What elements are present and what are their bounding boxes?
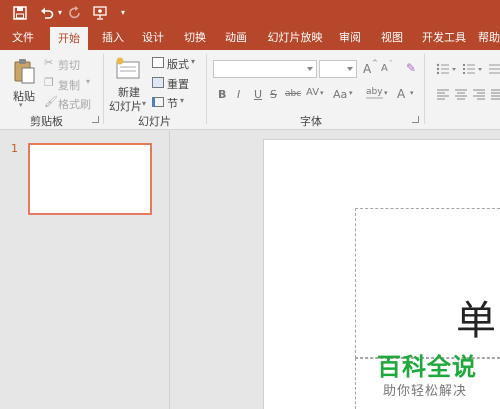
- paintbrush-icon: 🖌: [44, 95, 58, 108]
- font-size-combobox[interactable]: [319, 60, 357, 78]
- tab-developer[interactable]: 开发工具: [418, 26, 470, 50]
- format-painter-label: 格式刷: [58, 98, 91, 111]
- format-painter-button[interactable]: 🖌 格式刷: [44, 95, 96, 111]
- change-case-dropdown-icon: ▾: [349, 89, 353, 97]
- grow-font-icon[interactable]: A: [363, 62, 371, 76]
- slide-title-text: 单: [456, 298, 496, 344]
- new-slide-button[interactable]: 新建 幻灯片 ▾: [108, 54, 148, 113]
- customize-toolbar-icon[interactable]: ▾: [118, 3, 128, 23]
- tab-help[interactable]: 帮助: [478, 26, 500, 50]
- tab-animations[interactable]: 动画: [219, 26, 253, 50]
- slide-number: 1: [11, 142, 18, 155]
- copy-button[interactable]: ❐ 复制 ▾: [44, 76, 96, 92]
- ribbon-tabs: 文件 开始 插入 设计 切换 动画 幻灯片放映 审阅 视图 开发工具 帮助: [0, 26, 500, 50]
- bold-button[interactable]: B: [218, 88, 226, 101]
- slide-thumbnail[interactable]: [28, 143, 152, 215]
- numbering-button[interactable]: [462, 62, 484, 76]
- tab-view[interactable]: 视图: [375, 26, 409, 50]
- tab-home[interactable]: 开始: [50, 27, 88, 50]
- cut-button[interactable]: ✂ 剪切: [44, 56, 90, 72]
- tab-design[interactable]: 设计: [136, 26, 170, 50]
- font-launcher-icon[interactable]: [412, 116, 419, 123]
- font-group-label: 字体: [300, 115, 322, 128]
- align-right-icon: [473, 89, 485, 100]
- section-icon: [152, 97, 164, 107]
- reset-label: 重置: [167, 78, 189, 91]
- shrink-font-caret: ˇ: [389, 60, 393, 68]
- font-name-dropdown-icon: [307, 67, 313, 71]
- paste-button[interactable]: 粘贴 ▾: [8, 56, 40, 109]
- present-from-start-icon[interactable]: [92, 3, 110, 23]
- paste-label: 粘贴: [13, 90, 35, 103]
- title-bar: ▾ ▾: [0, 0, 500, 26]
- copy-dropdown-icon: ▾: [86, 77, 91, 86]
- align-right-button[interactable]: [472, 88, 486, 102]
- watermark-subtitle: 助你轻松解决: [383, 384, 468, 399]
- bullets-button[interactable]: [436, 62, 458, 76]
- numbering-icon: [463, 64, 482, 74]
- justify-icon: [491, 89, 500, 100]
- highlight-dropdown-icon: ▾: [384, 89, 388, 97]
- shrink-font-icon[interactable]: A: [381, 63, 388, 74]
- tab-insert[interactable]: 插入: [96, 26, 130, 50]
- indent-button[interactable]: [488, 62, 500, 76]
- save-icon[interactable]: [12, 3, 28, 23]
- align-center-icon: [455, 89, 467, 100]
- italic-button[interactable]: I: [237, 88, 240, 101]
- clipboard-launcher-icon[interactable]: [92, 116, 99, 123]
- slides-group-label: 幻灯片: [138, 115, 171, 128]
- font-size-dropdown-icon: [347, 67, 353, 71]
- watermark-title: 百科全说: [377, 353, 477, 381]
- tab-transitions[interactable]: 切换: [178, 26, 212, 50]
- tab-slideshow[interactable]: 幻灯片放映: [265, 26, 325, 50]
- underline-button[interactable]: U: [254, 88, 262, 101]
- font-color-button[interactable]: A: [397, 87, 405, 101]
- align-left-icon: [437, 89, 449, 100]
- cut-label: 剪切: [58, 59, 80, 72]
- justify-button[interactable]: [490, 88, 500, 102]
- reset-button[interactable]: 重置: [152, 76, 192, 92]
- new-slide-dropdown-icon: ▾: [142, 99, 147, 108]
- tab-file[interactable]: 文件: [6, 26, 40, 50]
- align-left-button[interactable]: [436, 88, 450, 102]
- redo-icon[interactable]: [68, 3, 84, 23]
- undo-dropdown-icon[interactable]: ▾: [56, 3, 64, 23]
- section-button[interactable]: 节 ▾: [152, 95, 192, 111]
- clipboard-group-label: 剪贴板: [30, 115, 63, 128]
- font-color-dropdown-icon: ▾: [410, 89, 414, 97]
- layout-dropdown-icon: ▾: [191, 57, 196, 66]
- ribbon: 粘贴 ▾ ✂ 剪切 ❐ 复制 ▾ 🖌 格式刷 剪贴板 新建 幻灯片 ▾ 版式 ▾…: [0, 50, 500, 130]
- text-shadow-button[interactable]: S: [270, 88, 277, 101]
- layout-button[interactable]: 版式 ▾: [152, 56, 198, 72]
- change-case-button[interactable]: Aa: [333, 88, 347, 101]
- paste-dropdown-icon: ▾: [19, 101, 23, 109]
- reset-icon: [152, 77, 164, 88]
- new-slide-icon: [115, 56, 141, 80]
- character-spacing-dropdown-icon: ▾: [320, 89, 324, 97]
- section-label: 节: [167, 97, 178, 110]
- indent-icon: [489, 64, 500, 74]
- copy-icon: ❐: [44, 76, 54, 89]
- clipboard-icon: [13, 58, 35, 84]
- new-slide-label-2: 幻灯片: [109, 100, 142, 113]
- group-divider: [424, 54, 425, 124]
- character-spacing-button[interactable]: AV: [306, 87, 319, 98]
- layout-label: 版式: [167, 58, 189, 71]
- font-name-combobox[interactable]: [213, 60, 317, 78]
- align-center-button[interactable]: [454, 88, 468, 102]
- section-dropdown-icon: ▾: [180, 96, 185, 105]
- layout-icon: [152, 57, 164, 68]
- tab-review[interactable]: 审阅: [333, 26, 367, 50]
- scissors-icon: ✂: [44, 56, 54, 69]
- strikethrough-button[interactable]: abc: [285, 89, 301, 99]
- bullets-icon: [436, 63, 456, 75]
- group-divider: [103, 54, 104, 124]
- highlight-color-button[interactable]: aby: [366, 87, 383, 99]
- grow-font-caret: ^: [372, 59, 378, 67]
- undo-icon[interactable]: [40, 3, 56, 23]
- group-divider: [206, 54, 207, 124]
- copy-label: 复制: [58, 79, 80, 92]
- clear-formatting-icon[interactable]: ✎: [406, 61, 416, 75]
